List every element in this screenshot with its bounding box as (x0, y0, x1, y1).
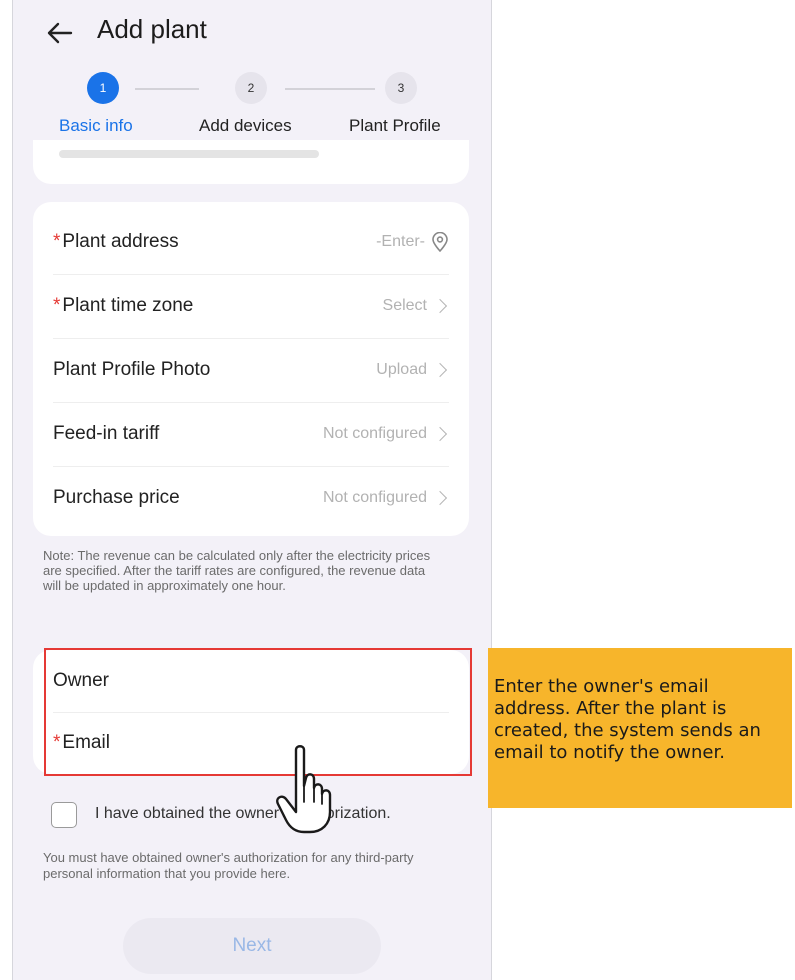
previous-card (33, 140, 469, 184)
authorization-checkbox[interactable] (51, 802, 77, 828)
plant-info-card: * Plant address -Enter- * Plant time zone … (33, 202, 469, 536)
plant-time-zone-label: Plant time zone (62, 295, 194, 316)
pointing-hand-icon (276, 745, 332, 834)
purchase-price-value: Not configured (322, 489, 427, 506)
step-3-indicator: 3 (385, 72, 417, 104)
authorization-disclaimer: You must have obtained owner's authoriza… (43, 850, 414, 881)
step-connector (285, 88, 375, 90)
plant-profile-photo-label: Plant Profile Photo (53, 359, 211, 380)
step-connector (135, 88, 199, 90)
step-1-indicator: 1 (87, 72, 119, 104)
feed-in-tariff-row[interactable]: Feed-in tariff Not configured (53, 402, 449, 467)
step-1-label: Basic info (59, 116, 133, 135)
header: Add plant 1 2 3 Basic info Add devices P… (13, 0, 491, 150)
upload-value: Upload (376, 361, 427, 378)
plant-profile-photo-row[interactable]: Plant Profile Photo Upload (53, 338, 449, 403)
location-pin-icon[interactable] (431, 232, 449, 252)
next-button[interactable]: Next (123, 918, 381, 974)
revenue-note: Note: The revenue can be calculated only… (43, 548, 431, 593)
highlight-box (44, 648, 472, 776)
step-2-indicator: 2 (235, 72, 267, 104)
page-title: Add plant (97, 14, 207, 44)
chevron-right-icon (432, 362, 448, 378)
callout-annotation: Enter the owner's email address. After t… (488, 648, 792, 808)
feed-in-tariff-value: Not configured (322, 425, 427, 442)
chevron-right-icon (432, 426, 448, 442)
clipped-text-line (59, 150, 319, 158)
plant-address-placeholder: -Enter- (376, 233, 425, 250)
feed-in-tariff-label: Feed-in tariff (53, 423, 160, 444)
plant-address-label: Plant address (62, 231, 179, 252)
phone-screen: Add plant 1 2 3 Basic info Add devices P… (12, 0, 492, 980)
step-3-label: Plant Profile (349, 116, 441, 135)
purchase-price-label: Purchase price (53, 487, 180, 508)
step-2-label: Add devices (199, 116, 292, 135)
plant-address-row[interactable]: * Plant address -Enter- (53, 210, 449, 275)
plant-time-zone-row[interactable]: * Plant time zone Select (53, 274, 449, 339)
back-arrow-icon[interactable] (43, 16, 77, 50)
purchase-price-row[interactable]: Purchase price Not configured (53, 466, 449, 530)
time-zone-value: Select (382, 297, 427, 314)
chevron-right-icon (432, 298, 448, 314)
authorization-label[interactable]: I have obtained the owner's authorizatio… (95, 805, 391, 823)
chevron-right-icon (432, 490, 448, 506)
